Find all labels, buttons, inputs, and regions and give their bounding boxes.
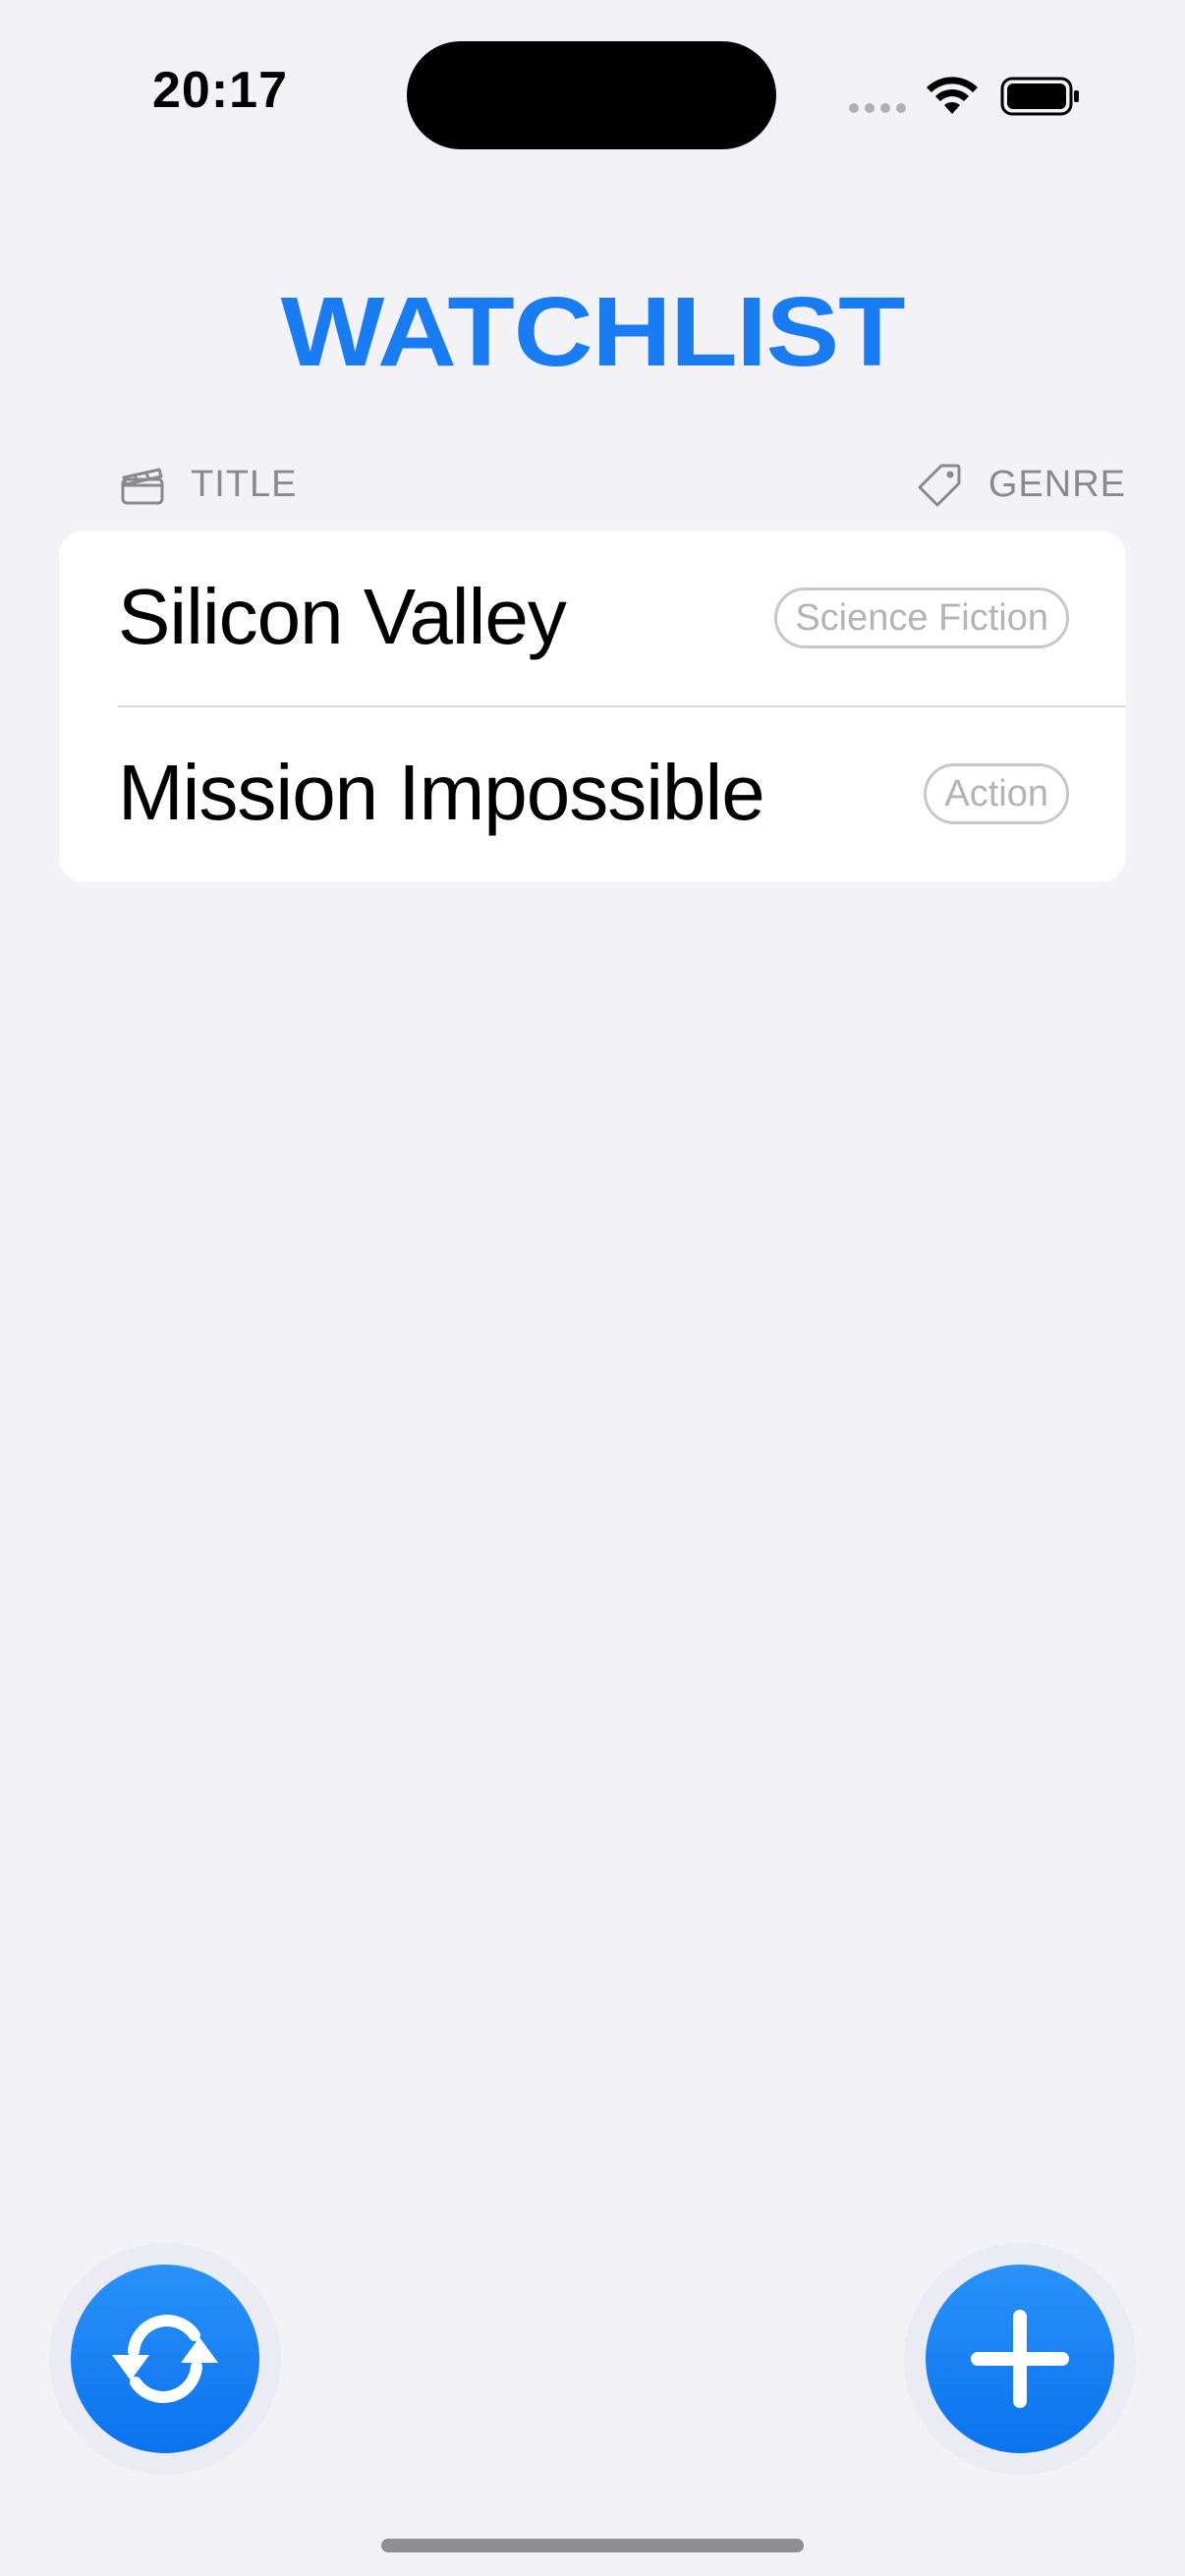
genre-badge: Science Fiction: [774, 588, 1069, 648]
genre-column-label: GENRE: [988, 463, 1126, 505]
title-column-label: TITLE: [191, 464, 298, 505]
signal-dots-icon: [849, 103, 906, 113]
status-time: 20:17: [152, 62, 288, 119]
column-header-row: TITLE GENRE: [59, 452, 1126, 525]
list-item[interactable]: Silicon Valley Science Fiction: [59, 531, 1126, 707]
refresh-icon: [112, 2315, 218, 2403]
add-button[interactable]: [926, 2265, 1114, 2453]
item-title: Mission Impossible: [118, 749, 765, 836]
battery-icon: [1000, 77, 1079, 116]
home-indicator[interactable]: [381, 2539, 804, 2552]
genre-badge: Action: [924, 763, 1069, 824]
genre-column-header: GENRE: [918, 462, 1126, 507]
status-bar: 20:17: [0, 0, 1185, 196]
tag-icon: [918, 464, 961, 507]
list-item[interactable]: Mission Impossible Action: [59, 706, 1126, 882]
wifi-icon: [927, 77, 978, 114]
title-column-header: TITLE: [120, 464, 297, 506]
page-title: WATCHLIST: [280, 277, 906, 387]
watchlist-list: Silicon Valley Science Fiction Mission I…: [59, 531, 1126, 882]
dynamic-island: [407, 41, 776, 149]
plus-icon: [971, 2310, 1069, 2408]
item-title: Silicon Valley: [118, 573, 567, 660]
refresh-button[interactable]: [71, 2265, 259, 2453]
clapperboard-icon: [121, 468, 164, 504]
